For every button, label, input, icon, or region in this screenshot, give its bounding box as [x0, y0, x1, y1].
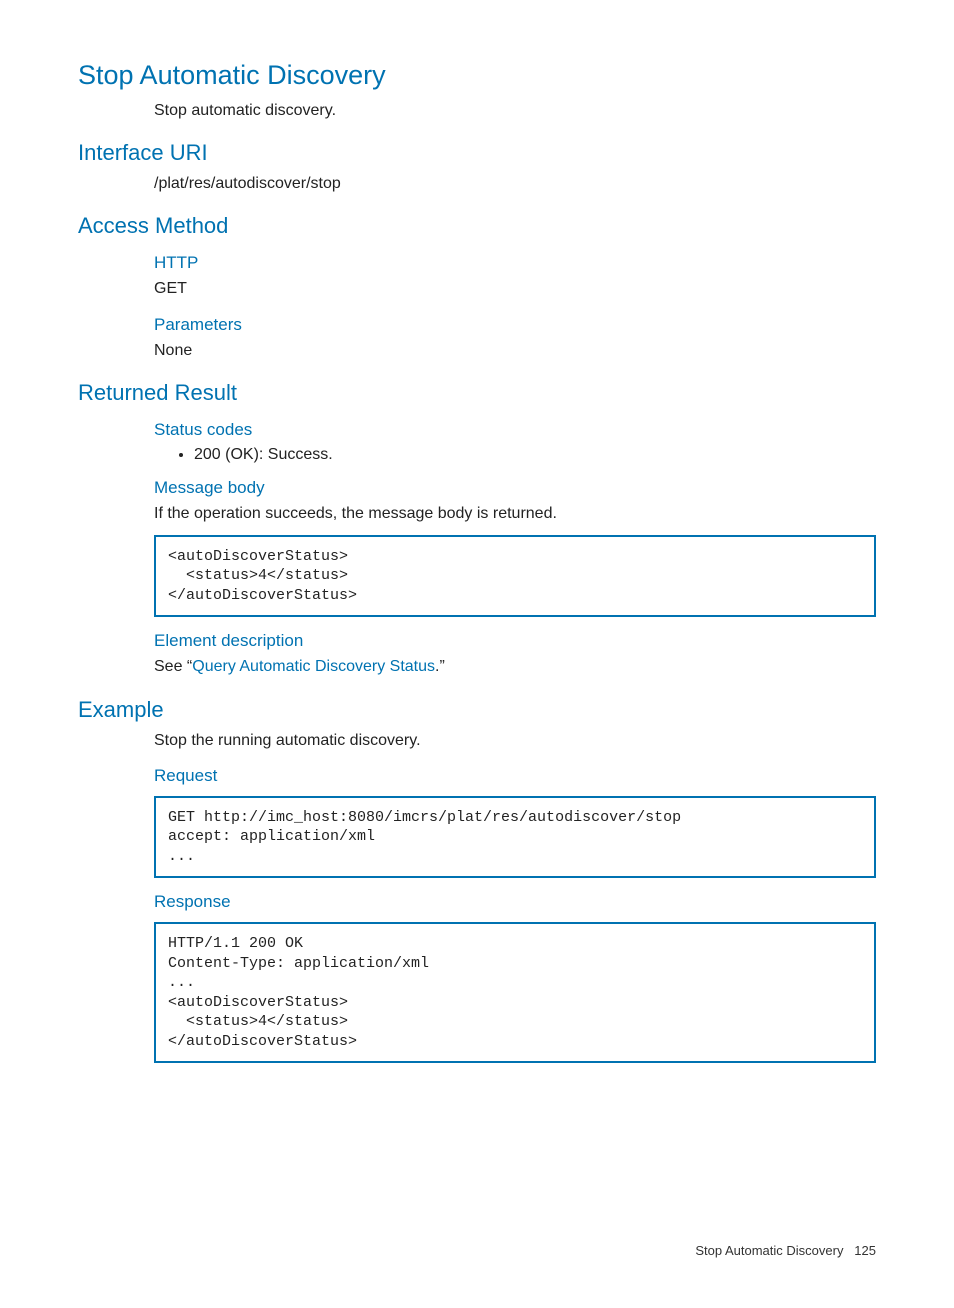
- request-label: Request: [154, 766, 876, 786]
- http-value: GET: [154, 277, 876, 300]
- status-codes-list: 200 (OK): Success.: [154, 446, 876, 464]
- section-returned-result: Returned Result: [78, 380, 876, 406]
- message-body-code: <autoDiscoverStatus> <status>4</status> …: [154, 535, 876, 618]
- element-desc-text: See “Query Automatic Discovery Status.”: [154, 655, 876, 678]
- message-body-label: Message body: [154, 478, 876, 498]
- parameters-value: None: [154, 339, 876, 362]
- section-interface-uri: Interface URI: [78, 140, 876, 166]
- footer-title: Stop Automatic Discovery: [695, 1243, 843, 1258]
- section-example: Example: [78, 697, 876, 723]
- element-desc-suffix: .”: [435, 658, 445, 675]
- status-codes-label: Status codes: [154, 420, 876, 440]
- response-code: HTTP/1.1 200 OK Content-Type: applicatio…: [154, 922, 876, 1063]
- interface-uri-value: /plat/res/autodiscover/stop: [154, 172, 876, 195]
- parameters-label: Parameters: [154, 315, 876, 335]
- intro-text: Stop automatic discovery.: [154, 99, 876, 122]
- page-title: Stop Automatic Discovery: [78, 60, 876, 91]
- query-status-link[interactable]: Query Automatic Discovery Status: [192, 658, 435, 675]
- page-footer: Stop Automatic Discovery 125: [78, 1243, 876, 1258]
- http-label: HTTP: [154, 253, 876, 273]
- footer-page: 125: [854, 1243, 876, 1258]
- example-intro: Stop the running automatic discovery.: [154, 729, 876, 752]
- message-body-text: If the operation succeeds, the message b…: [154, 502, 876, 525]
- list-item: 200 (OK): Success.: [194, 446, 876, 464]
- element-desc-prefix: See “: [154, 658, 192, 675]
- request-code: GET http://imc_host:8080/imcrs/plat/res/…: [154, 796, 876, 879]
- section-access-method: Access Method: [78, 213, 876, 239]
- element-desc-label: Element description: [154, 631, 876, 651]
- response-label: Response: [154, 892, 876, 912]
